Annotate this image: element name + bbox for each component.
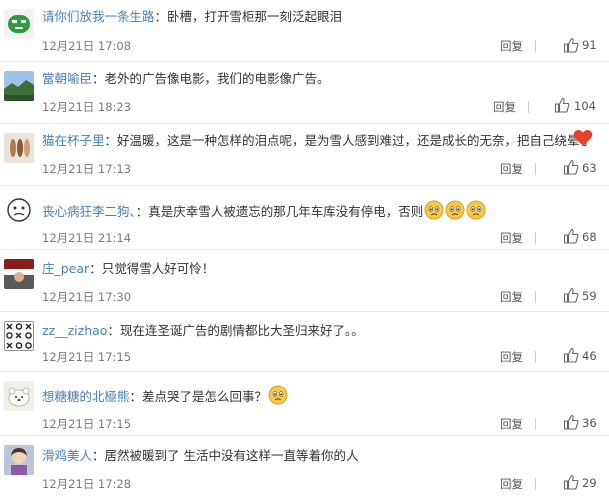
comment-line: 滑鸡美人：居然被暖到了 生活中没有这样一直等着你的人 [42, 447, 603, 465]
username-link[interactable]: 當朝喻臣 [42, 71, 92, 86]
comment-text: 现在连圣诞广告的剧情都比大圣归来好了。。 [119, 323, 364, 338]
comment-line: zz__zizhao：现在连圣诞广告的剧情都比大圣归来好了。。 [42, 322, 603, 340]
avatar[interactable] [4, 71, 34, 101]
thumbs-up-icon[interactable] [563, 347, 579, 363]
timestamp: 12月21日 17:13 [42, 162, 132, 176]
comment-line: 猫在杯子里：好温暖，这是一种怎样的泪点呢，是为雪人感到难过，还是成长的无奈，把自… [42, 132, 603, 150]
comment-text: 差点哭了是怎么回事？ [142, 389, 268, 404]
thumbs-up-icon[interactable] [563, 414, 579, 430]
username-link[interactable]: 请你们放我一条生路 [42, 9, 155, 24]
comment-item: 當朝喻臣：老外的广告像电影，我们的电影像广告。 12月21日 18:23 回复 … [0, 62, 609, 124]
colon: ： [135, 204, 149, 219]
thumbs-up-icon[interactable] [563, 287, 579, 303]
like-count: 104 [574, 99, 596, 113]
comment-item: 请你们放我一条生路：卧槽，打开雪柜那一刻泛起眼泪 12月21日 17:08 回复… [0, 0, 609, 62]
comment-feed: 请你们放我一条生路：卧槽，打开雪柜那一刻泛起眼泪 12月21日 17:08 回复… [0, 0, 609, 498]
comment-text: 老外的广告像电影，我们的电影像广告。 [104, 71, 330, 86]
comment-text: 卧槽，打开雪柜那一刻泛起眼泪 [167, 9, 343, 24]
reply-button[interactable]: 回复 [500, 289, 523, 305]
thumbs-up-icon[interactable] [563, 159, 579, 175]
reply-button[interactable]: 回复 [500, 161, 523, 177]
thumbs-up-icon[interactable] [563, 228, 579, 244]
like-count: 68 [582, 230, 597, 244]
comment-line: 丧心病狂李二狗、：真是庆幸雪人被遗忘的那几年车库没有停电，否则 [42, 200, 603, 225]
avatar[interactable] [4, 9, 34, 39]
sad-face-emoji-icon [466, 200, 486, 225]
comment-item: 丧心病狂李二狗、：真是庆幸雪人被遗忘的那几年车库没有停电，否则 12月21日 2… [0, 186, 609, 250]
like-count: 63 [582, 161, 597, 175]
like-count: 46 [582, 349, 597, 363]
timestamp: 12月21日 17:08 [42, 39, 132, 53]
reply-button[interactable]: 回复 [493, 99, 516, 115]
comment-line: 请你们放我一条生路：卧槽，打开雪柜那一刻泛起眼泪 [42, 8, 603, 26]
reply-button[interactable]: 回复 [500, 476, 523, 492]
colon: ： [129, 389, 143, 404]
like-count: 29 [582, 476, 597, 490]
comment-text: 只觉得雪人好可怜！ [101, 261, 215, 276]
reply-button[interactable]: 回复 [500, 349, 523, 365]
username-link[interactable]: 滑鸡美人 [42, 448, 92, 463]
comment-item: 想糖糖的北極熊：差点哭了是怎么回事？ 12月21日 17:15 回复 36 [0, 372, 609, 436]
reply-button[interactable]: 回复 [500, 38, 523, 54]
sad-face-emoji-icon [268, 385, 288, 410]
comment-line: 當朝喻臣：老外的广告像电影，我们的电影像广告。 [42, 70, 603, 88]
divider [535, 232, 536, 244]
comment-item: 猫在杯子里：好温暖，这是一种怎样的泪点呢，是为雪人感到难过，还是成长的无奈，把自… [0, 124, 609, 186]
like-count: 59 [582, 289, 597, 303]
comment-text: 居然被暖到了 生活中没有这样一直等着你的人 [104, 448, 359, 463]
comment-item: 庄_pear：只觉得雪人好可怜！ 12月21日 17:30 回复 59 [0, 250, 609, 312]
thumbs-up-icon[interactable] [563, 37, 579, 53]
avatar[interactable] [4, 259, 34, 289]
timestamp: 12月21日 17:28 [42, 477, 132, 491]
colon: ： [92, 71, 105, 86]
timestamp: 12月21日 17:30 [42, 290, 132, 304]
divider [535, 351, 536, 363]
reply-button[interactable]: 回复 [500, 416, 523, 432]
comment-text: 真是庆幸雪人被遗忘的那几年车库没有停电，否则 [148, 204, 424, 219]
username-link[interactable]: 猫在杯子里 [42, 133, 105, 148]
avatar[interactable] [4, 381, 34, 411]
avatar[interactable] [4, 133, 34, 163]
username-link[interactable]: zz__zizhao [42, 323, 107, 338]
sad-face-emoji-icon [445, 200, 465, 225]
comment-item: 滑鸡美人：居然被暖到了 生活中没有这样一直等着你的人 12月21日 17:28 … [0, 436, 609, 498]
colon: ： [92, 448, 105, 463]
colon: ： [107, 323, 120, 338]
username-link[interactable]: 丧心病狂李二狗、 [42, 204, 136, 219]
sad-face-emoji-icon [424, 200, 444, 225]
thumbs-up-icon[interactable] [554, 97, 570, 113]
avatar[interactable] [4, 445, 34, 475]
divider [535, 40, 536, 52]
heart-emoji-icon [573, 130, 593, 146]
username-link[interactable]: 庄_pear [42, 261, 89, 276]
divider [528, 101, 529, 113]
comment-text: 好温暖，这是一种怎样的泪点呢，是为雪人感到难过，还是成长的无奈，把自己绕晕了 [117, 133, 593, 148]
comment-line: 庄_pear：只觉得雪人好可怜！ [42, 260, 603, 278]
like-count: 91 [582, 38, 597, 52]
colon: ： [154, 9, 168, 24]
avatar[interactable] [4, 321, 34, 351]
timestamp: 12月21日 18:23 [42, 100, 132, 114]
like-count: 36 [582, 416, 597, 430]
divider [535, 478, 536, 490]
avatar[interactable] [4, 195, 34, 225]
timestamp: 12月21日 21:14 [42, 231, 132, 245]
timestamp: 12月21日 17:15 [42, 417, 132, 431]
colon: ： [89, 261, 102, 276]
divider [535, 291, 536, 303]
thumbs-up-icon[interactable] [563, 474, 579, 490]
username-link[interactable]: 想糖糖的北極熊 [42, 389, 130, 404]
divider [535, 163, 536, 175]
colon: ： [104, 133, 118, 148]
comment-item: zz__zizhao：现在连圣诞广告的剧情都比大圣归来好了。。 12月21日 1… [0, 312, 609, 372]
reply-button[interactable]: 回复 [500, 230, 523, 246]
divider [535, 418, 536, 430]
timestamp: 12月21日 17:15 [42, 350, 132, 364]
comment-line: 想糖糖的北極熊：差点哭了是怎么回事？ [42, 385, 603, 410]
